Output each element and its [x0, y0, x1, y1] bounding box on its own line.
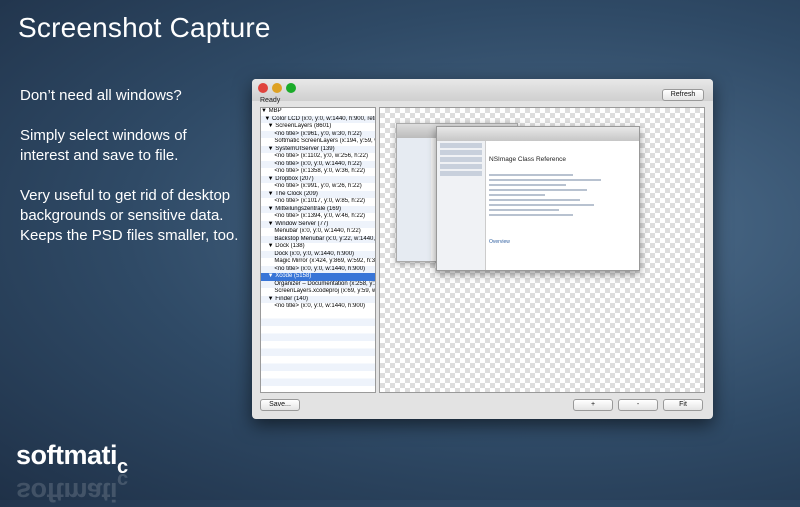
zoom-window-button[interactable] [286, 83, 296, 93]
tree-row[interactable]: <no title> (x:1358, y:0, w:36, h:22) [261, 168, 375, 176]
preview-window-front: NSImage Class Reference Overview [436, 126, 640, 271]
minimize-window-button[interactable] [272, 83, 282, 93]
capture-preview[interactable]: NSImage Class Reference Overview [379, 107, 705, 393]
tree-row[interactable]: <no title> (x:0, y:0, w:1440, h:900) [261, 265, 375, 273]
window-tree[interactable]: ▼ MBP ▼ Color LCD (x:0, y:0, w:1440, h:9… [260, 107, 376, 393]
brand-reflection-main: softmati [16, 477, 118, 507]
tree-row[interactable]: ▼ MBP [261, 108, 375, 116]
app-window: Ready Refresh ▼ MBP ▼ Color LCD (x:0, y:… [252, 79, 713, 419]
brand-reflection-sub: c [117, 469, 128, 491]
tree-row[interactable]: <no title> (x:991, y:0, w:26, h:22) [261, 183, 375, 191]
pitch-line-2: Simply select windows of interest and sa… [20, 127, 187, 164]
close-window-button[interactable] [258, 83, 268, 93]
tree-row[interactable]: ▼ Color LCD (x:0, y:0, w:1440, h:900, re… [261, 115, 375, 123]
zoom-out-button[interactable]: - [618, 399, 658, 411]
tree-row[interactable]: ▼ SystemUIServer (139) [261, 145, 375, 153]
tree-row[interactable]: ▼ Dock (138) [261, 243, 375, 251]
tree-row[interactable]: <no title> (x:1394, y:0, w:46, h:22) [261, 213, 375, 221]
preview-doc-title: NSImage Class Reference [489, 156, 566, 163]
tree-row[interactable]: Magic Mirror (x:424, y:869, w:592, h:31) [261, 258, 375, 266]
preview-back-sidebar [397, 138, 431, 261]
refresh-button[interactable]: Refresh [662, 89, 704, 101]
brand-reflection: softmatic [16, 468, 128, 507]
tree-row[interactable]: Backstop Menubar (x:0, y:22, w:1440, h:1… [261, 235, 375, 243]
preview-front-toolbar [437, 127, 639, 141]
tree-row[interactable]: ▼ Mitteilungszentrale (169) [261, 205, 375, 213]
tree-row[interactable]: Dock (x:0, y:0, w:1440, h:900) [261, 250, 375, 258]
tree-row[interactable]: ScreenLayers.xcodeproj (x:69, y:59, w:11… [261, 288, 375, 296]
tree-row[interactable]: <no title> (x:0, y:0, w:1440, h:900) [261, 303, 375, 311]
title-bar [252, 79, 713, 101]
pitch-text: Don’t need all windows? Simply select wi… [20, 86, 240, 266]
tree-row[interactable]: Organizer – Documentation (x:258, y:102,… [261, 280, 375, 288]
preview-front-list [437, 141, 486, 270]
tree-row[interactable]: <no title> (x:1017, y:0, w:85, h:22) [261, 198, 375, 206]
tree-row[interactable]: Softmatic ScreenLayers (x:194, y:59, w:1… [261, 138, 375, 146]
brand-main: softmati [16, 440, 118, 470]
tree-row[interactable]: <no title> (x:961, y:0, w:30, h:22) [261, 130, 375, 138]
tree-row[interactable]: ▼ Dropbox (207) [261, 175, 375, 183]
zoom-in-button[interactable]: + [573, 399, 613, 411]
tree-row[interactable]: ▼ Finder (140) [261, 295, 375, 303]
tree-row[interactable]: <no title> (x:1102, y:0, w:256, h:22) [261, 153, 375, 161]
tree-row[interactable]: ▼ Window Server (77) [261, 220, 375, 228]
tree-row[interactable]: ▼ The Clock (209) [261, 190, 375, 198]
tree-row[interactable]: ▼ ScreenLayers (8601) [261, 123, 375, 131]
fit-button[interactable]: Fit [663, 399, 703, 411]
status-label: Ready [260, 97, 281, 104]
tree-row[interactable]: Menubar (x:0, y:0, w:1440, h:22) [261, 228, 375, 236]
tree-row[interactable]: ▼ Xcode (5158) [261, 273, 375, 281]
preview-overview-heading: Overview [489, 239, 510, 245]
save-button[interactable]: Save... [260, 399, 300, 411]
preview-doc-lines [489, 171, 629, 219]
headline: Screenshot Capture [18, 12, 271, 43]
pitch-line-1: Don’t need all windows? [20, 87, 182, 104]
pitch-line-3: Very useful to get rid of desktop backgr… [20, 187, 239, 244]
tree-row[interactable]: <no title> (x:0, y:0, w:1440, h:22) [261, 160, 375, 168]
tree-empty-rows [261, 310, 375, 392]
